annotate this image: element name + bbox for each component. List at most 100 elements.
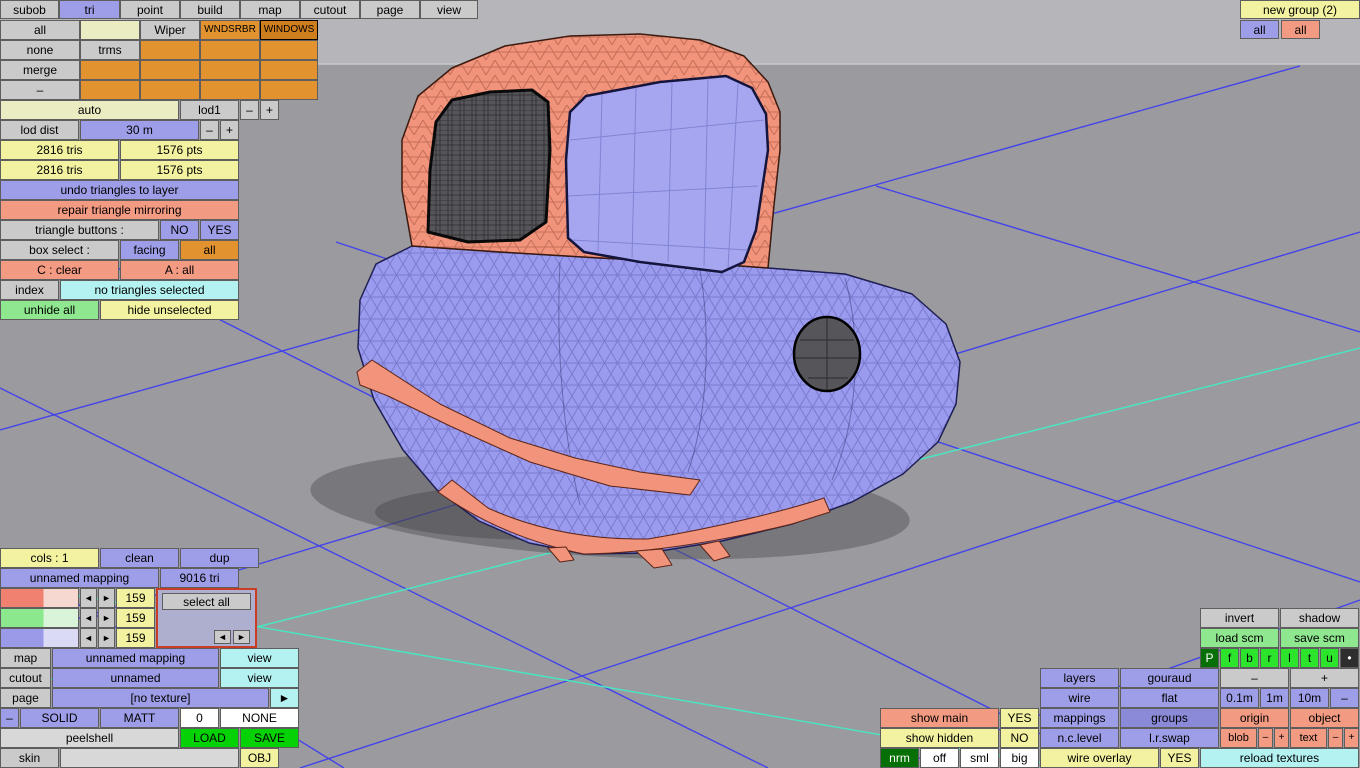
solid-button[interactable]: SOLID — [20, 708, 99, 728]
group-cell-r4c3[interactable] — [140, 80, 200, 100]
channel-red-right-arrow[interactable]: ► — [98, 588, 115, 608]
group-wndsrbr-button[interactable]: WNDSRBR — [200, 20, 260, 40]
blob-minus-button[interactable]: – — [1258, 728, 1273, 748]
show-main-label[interactable]: show main — [880, 708, 999, 728]
load-button[interactable]: LOAD — [180, 728, 239, 748]
shadow-button[interactable]: shadow — [1280, 608, 1359, 628]
view-l-button[interactable]: l — [1280, 648, 1299, 668]
view-b-button[interactable]: b — [1240, 648, 1259, 668]
clear-button[interactable]: C : clear — [0, 260, 119, 280]
lr-swap-button[interactable]: l.r.swap — [1120, 728, 1219, 748]
map-label[interactable]: map — [0, 648, 51, 668]
filename-field[interactable]: peelshell — [0, 728, 179, 748]
view-p-button[interactable]: P — [1200, 648, 1219, 668]
nrm-button[interactable]: nrm — [880, 748, 919, 768]
menu-tab-subob[interactable]: subob — [0, 0, 59, 19]
group-cell-r4c2[interactable] — [80, 80, 140, 100]
flat-button[interactable]: flat — [1120, 688, 1219, 708]
gouraud-button[interactable]: gouraud — [1120, 668, 1219, 688]
skin-field[interactable] — [60, 748, 239, 768]
box-select-facing[interactable]: facing — [120, 240, 179, 260]
lod-dist-minus-button[interactable]: – — [200, 120, 219, 140]
group-windows-button[interactable]: WINDOWS — [260, 20, 318, 40]
new-group-button[interactable]: new group (2) — [1240, 0, 1360, 19]
menu-tab-point[interactable]: point — [120, 0, 180, 19]
group-cell-r3c4[interactable] — [200, 60, 260, 80]
save-button[interactable]: SAVE — [240, 728, 299, 748]
layers-button[interactable]: layers — [1040, 668, 1119, 688]
invert-button[interactable]: invert — [1200, 608, 1279, 628]
cols-button[interactable]: cols : 1 — [0, 548, 99, 568]
load-scm-button[interactable]: load scm — [1200, 628, 1279, 648]
menu-tab-view[interactable]: view — [420, 0, 478, 19]
grid-0.1m-button[interactable]: 0.1m — [1220, 688, 1259, 708]
wire-overlay-label[interactable]: wire overlay — [1040, 748, 1159, 768]
channel-swatch-red[interactable] — [0, 588, 79, 608]
group-cell-r3c3[interactable] — [140, 60, 200, 80]
menu-tab-map[interactable]: map — [240, 0, 300, 19]
matt-button[interactable]: MATT — [100, 708, 179, 728]
mapping-name[interactable]: unnamed mapping — [0, 568, 159, 588]
channel-red-value[interactable]: 159 — [116, 588, 155, 608]
undo-triangles-button[interactable]: undo triangles to layer — [0, 180, 239, 200]
channel-green-value[interactable]: 159 — [116, 608, 155, 628]
blob-plus-button[interactable]: + — [1274, 728, 1289, 748]
obj-button[interactable]: OBJ — [240, 748, 279, 768]
grid-minus-button[interactable]: – — [1330, 688, 1359, 708]
view-f-button[interactable]: f — [1220, 648, 1239, 668]
select-all-left-arrow[interactable]: ◄ — [214, 630, 231, 644]
page-value[interactable]: [no texture] — [52, 688, 269, 708]
group-trms-button[interactable]: trms — [80, 40, 140, 60]
view-t-button[interactable]: t — [1300, 648, 1319, 668]
layers-minus-button[interactable]: – — [1220, 668, 1289, 688]
wire-button[interactable]: wire — [1040, 688, 1119, 708]
select-all-shortcut-button[interactable]: A : all — [120, 260, 239, 280]
channel-green-right-arrow[interactable]: ► — [98, 608, 115, 628]
channel-red-left-arrow[interactable]: ◄ — [80, 588, 97, 608]
lod-dist-plus-button[interactable]: + — [220, 120, 239, 140]
page-next-button[interactable]: ► — [270, 688, 299, 708]
material-zero-button[interactable]: 0 — [180, 708, 219, 728]
text-minus-button[interactable]: – — [1328, 728, 1343, 748]
nrm-big-button[interactable]: big — [1000, 748, 1039, 768]
show-main-toggle[interactable]: YES — [1000, 708, 1039, 728]
group-merge-button[interactable]: merge — [0, 60, 80, 80]
channel-swatch-green[interactable] — [0, 608, 79, 628]
channel-blue-left-arrow[interactable]: ◄ — [80, 628, 97, 648]
layers-plus-button[interactable]: + — [1290, 668, 1359, 688]
group-cell-r2c5[interactable] — [260, 40, 318, 60]
skin-button[interactable]: skin — [0, 748, 59, 768]
group-cell-r1c2[interactable] — [80, 20, 140, 40]
view-u-button[interactable]: u — [1320, 648, 1339, 668]
cutout-view-button[interactable]: view — [220, 668, 299, 688]
blob-button[interactable]: blob — [1220, 728, 1257, 748]
menu-tab-cutout[interactable]: cutout — [300, 0, 360, 19]
repair-mirroring-button[interactable]: repair triangle mirroring — [0, 200, 239, 220]
hide-unselected-button[interactable]: hide unselected — [100, 300, 239, 320]
groups-button[interactable]: groups — [1120, 708, 1219, 728]
mappings-button[interactable]: mappings — [1040, 708, 1119, 728]
group-cell-r4c5[interactable] — [260, 80, 318, 100]
group-none-button[interactable]: none — [0, 40, 80, 60]
menu-tab-page[interactable]: page — [360, 0, 420, 19]
channel-blue-value[interactable]: 159 — [116, 628, 155, 648]
select-all-button[interactable]: select all — [162, 593, 251, 610]
save-scm-button[interactable]: save scm — [1280, 628, 1359, 648]
map-view-button[interactable]: view — [220, 648, 299, 668]
group-all-button[interactable]: all — [0, 20, 80, 40]
channel-blue-right-arrow[interactable]: ► — [98, 628, 115, 648]
triangle-buttons-yes[interactable]: YES — [200, 220, 239, 240]
index-button[interactable]: index — [0, 280, 59, 300]
group-cell-r2c3[interactable] — [140, 40, 200, 60]
triangle-buttons-no[interactable]: NO — [160, 220, 199, 240]
all-blue-button[interactable]: all — [1240, 20, 1279, 39]
channel-green-left-arrow[interactable]: ◄ — [80, 608, 97, 628]
origin-button[interactable]: origin — [1220, 708, 1289, 728]
text-button[interactable]: text — [1290, 728, 1327, 748]
group-cell-r3c2[interactable] — [80, 60, 140, 80]
clean-button[interactable]: clean — [100, 548, 179, 568]
material-minus-button[interactable]: – — [0, 708, 19, 728]
reload-textures-button[interactable]: reload textures — [1200, 748, 1359, 768]
wire-overlay-toggle[interactable]: YES — [1160, 748, 1199, 768]
object-button[interactable]: object — [1290, 708, 1359, 728]
